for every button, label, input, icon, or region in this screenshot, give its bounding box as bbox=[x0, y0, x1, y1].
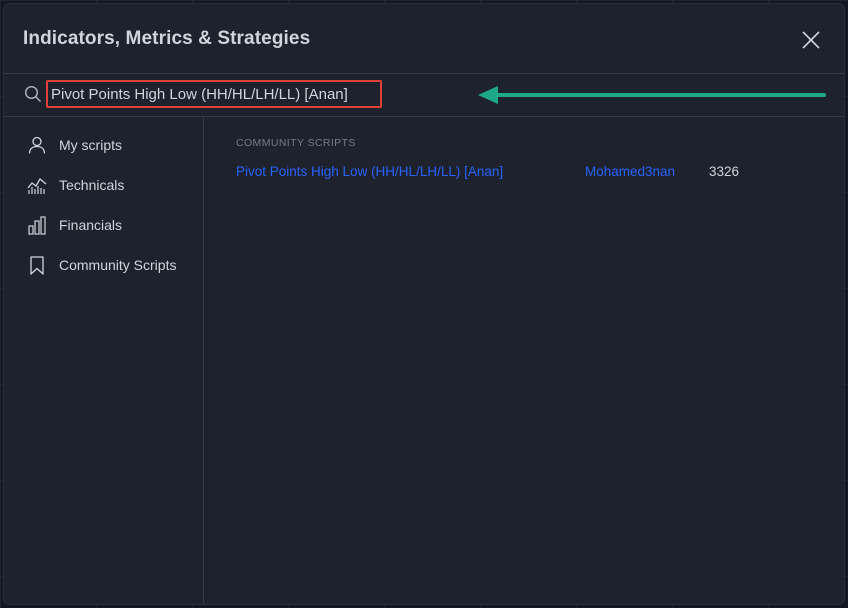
chart-line-icon bbox=[27, 178, 47, 194]
bookmark-icon bbox=[30, 256, 44, 275]
sidebar-item-financials[interactable]: Financials bbox=[4, 205, 203, 245]
script-likes-count: 3326 bbox=[709, 164, 740, 179]
search-highlight-box bbox=[46, 80, 382, 108]
dialog-title: Indicators, Metrics & Strategies bbox=[23, 28, 311, 49]
search-input[interactable] bbox=[51, 84, 377, 104]
section-heading: COMMUNITY SCRIPTS bbox=[236, 137, 356, 149]
results-panel: COMMUNITY SCRIPTS Pivot Points High Low … bbox=[204, 116, 844, 604]
sidebar-item-label: Technicals bbox=[59, 177, 125, 193]
sidebar-item-my-scripts[interactable]: My scripts bbox=[4, 125, 203, 165]
indicators-dialog: Indicators, Metrics & Strategies My scri… bbox=[4, 4, 844, 604]
sidebar: My scripts Technicals Financials Communi… bbox=[4, 116, 204, 604]
sidebar-item-label: My scripts bbox=[59, 137, 122, 153]
close-button[interactable] bbox=[800, 29, 822, 51]
sidebar-item-technicals[interactable]: Technicals bbox=[4, 165, 203, 205]
script-name-link[interactable]: Pivot Points High Low (HH/HL/LH/LL) [Ana… bbox=[236, 164, 503, 179]
close-icon bbox=[802, 31, 820, 49]
script-author-link[interactable]: Mohamed3nan bbox=[585, 164, 675, 179]
user-icon bbox=[28, 136, 46, 154]
sidebar-item-community-scripts[interactable]: Community Scripts bbox=[4, 245, 203, 285]
dialog-header: Indicators, Metrics & Strategies bbox=[4, 4, 844, 74]
left-arrow-icon bbox=[478, 86, 826, 104]
bar-chart-icon bbox=[28, 216, 46, 235]
sidebar-item-label: Community Scripts bbox=[59, 257, 177, 273]
search-icon bbox=[24, 85, 41, 102]
list-item[interactable]: Pivot Points High Low (HH/HL/LH/LL) [Ana… bbox=[204, 158, 844, 186]
sidebar-item-label: Financials bbox=[59, 217, 123, 233]
